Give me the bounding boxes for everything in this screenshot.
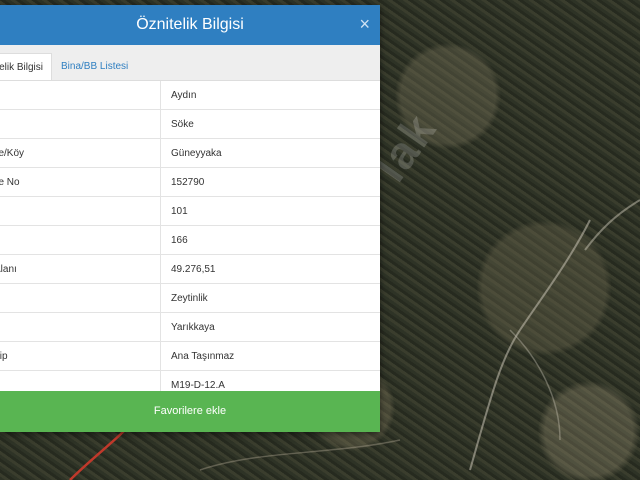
row-value: Güneyyaka [160, 138, 380, 168]
row-key: Tip [0, 350, 8, 362]
table-row: Alanı 49.276,51 [0, 254, 380, 284]
row-value: 152790 [160, 167, 380, 197]
row-value: Söke [160, 109, 380, 139]
panel-title: Öznitelik Bilgisi [136, 16, 244, 33]
row-key: Alanı [0, 263, 17, 275]
table-row: Aydın [0, 81, 380, 110]
table-row: 101 [0, 196, 380, 226]
table-row: l166 [0, 225, 380, 255]
table-row: Zeytinlik [0, 283, 380, 313]
tab-bar: itelik Bilgisi Bina/BB Listesi [0, 45, 380, 81]
attribute-table: Aydın Söke lle/Köy Güneyyaka lle No 152790… [0, 81, 380, 400]
attribute-info-panel: Öznitelik Bilgisi × itelik Bilgisi Bina/… [0, 5, 380, 432]
row-value: Yarıkkaya [160, 312, 380, 342]
row-value: Ana Taşınmaz [160, 341, 380, 371]
table-row: lle/Köy Güneyyaka [0, 138, 380, 168]
row-value: 166 [160, 225, 380, 255]
table-row: lle No 152790 [0, 167, 380, 197]
table-row: Söke [0, 109, 380, 139]
table-row: iYarıkkaya [0, 312, 380, 342]
row-value: Zeytinlik [160, 283, 380, 313]
tab-building-list[interactable]: Bina/BB Listesi [53, 53, 136, 80]
tab-attribute-info[interactable]: itelik Bilgisi [0, 53, 52, 80]
row-key: lle/Köy [0, 147, 25, 159]
row-value: 49.276,51 [160, 254, 380, 284]
add-to-favorites-button[interactable]: Favorilere ekle [0, 391, 380, 432]
row-value: 101 [160, 196, 380, 226]
table-row: Tip Ana Taşınmaz [0, 341, 380, 371]
close-icon[interactable]: × [359, 14, 370, 35]
row-key: lle No [0, 176, 20, 188]
row-value: Aydın [160, 81, 380, 110]
panel-header: Öznitelik Bilgisi × [0, 5, 380, 45]
